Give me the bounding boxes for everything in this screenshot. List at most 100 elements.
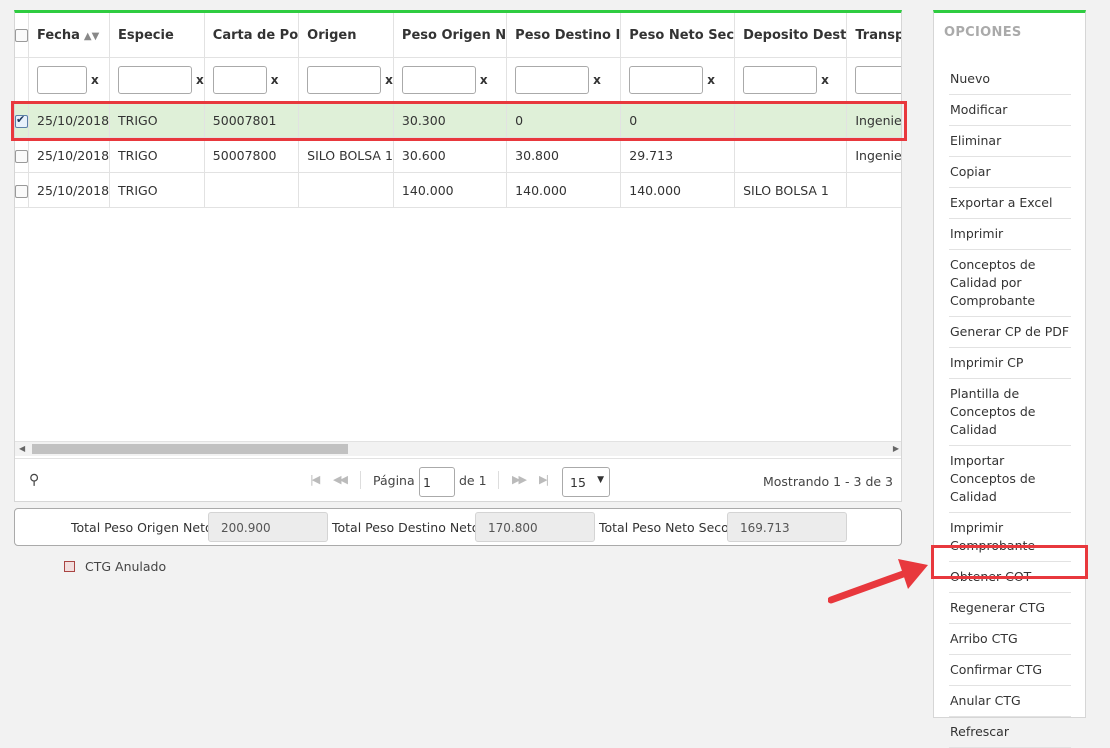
filter-especie: x xyxy=(109,57,205,103)
page-input[interactable]: 1 xyxy=(419,467,455,497)
col-header-transportista[interactable]: Transportista xyxy=(846,13,901,58)
filter-peso-origen: x xyxy=(393,57,508,103)
total-destino-label: Total Peso Destino Neto xyxy=(332,520,480,535)
cell-especie: TRIGO xyxy=(109,137,205,173)
option-exportar-excel[interactable]: Exportar a Excel xyxy=(949,188,1071,219)
clear-filter-button[interactable]: x xyxy=(271,73,279,87)
filter-transportista: x xyxy=(846,57,901,103)
search-icon[interactable]: ⚲ xyxy=(29,472,39,488)
col-header-peso-neto-seco[interactable]: Peso Neto Sec xyxy=(620,13,736,58)
option-nuevo[interactable]: Nuevo xyxy=(949,64,1071,95)
option-refrescar[interactable]: Refrescar xyxy=(949,717,1071,748)
sort-icon[interactable]: ▲▼ xyxy=(84,31,99,42)
cell-origen xyxy=(298,172,394,208)
col-header-especie[interactable]: Especie xyxy=(109,13,205,58)
selected-row-highlight xyxy=(11,101,907,141)
clear-filter-button[interactable]: x xyxy=(480,73,488,87)
legend-label: CTG Anulado xyxy=(85,559,167,574)
clear-filter-button[interactable]: x xyxy=(707,73,715,87)
clear-filter-button[interactable]: x xyxy=(196,73,203,87)
cell-especie: TRIGO xyxy=(109,172,205,208)
page-size-select[interactable]: 15 ▼ xyxy=(562,467,610,497)
cell-peso-destino: 30.800 xyxy=(506,137,622,173)
cell-peso-neto-seco: 140.000 xyxy=(620,172,736,208)
filter-input[interactable] xyxy=(37,66,87,94)
select-all-header[interactable] xyxy=(15,13,29,58)
filter-input[interactable] xyxy=(307,66,382,94)
option-imprimir[interactable]: Imprimir xyxy=(949,219,1071,250)
cell-fecha: 25/10/2018 xyxy=(28,137,111,173)
legend: CTG Anulado xyxy=(64,558,166,574)
filter-input[interactable] xyxy=(629,66,704,94)
option-eliminar[interactable]: Eliminar xyxy=(949,126,1071,157)
filter-peso-neto-seco: x xyxy=(620,57,736,103)
cell-peso-neto-seco: 29.713 xyxy=(620,137,736,173)
cell-peso-origen: 30.600 xyxy=(393,137,508,173)
row-checkbox[interactable] xyxy=(15,149,28,163)
cell-fecha: 25/10/2018 xyxy=(28,172,111,208)
results-grid: Fecha ▲▼ Especie Carta de Po Origen Peso … xyxy=(14,10,902,502)
page-label: Página xyxy=(373,473,415,488)
option-plantilla-conceptos[interactable]: Plantilla de Conceptos de Calidad xyxy=(949,379,1071,446)
filter-fecha: x xyxy=(28,57,111,103)
showing-count: Mostrando 1 - 3 de 3 xyxy=(762,474,893,489)
filter-row: x x x x x x x x x xyxy=(15,57,901,103)
option-modificar[interactable]: Modificar xyxy=(949,95,1071,126)
col-header-fecha[interactable]: Fecha ▲▼ xyxy=(28,13,111,58)
col-header-peso-origen[interactable]: Peso Origen N xyxy=(393,13,508,58)
pager: ⚲ |◀ ◀◀ Página 1 de 1 ▶▶ ▶| 15 ▼ Mostrand… xyxy=(15,458,901,501)
cell-peso-origen: 140.000 xyxy=(393,172,508,208)
clear-filter-button[interactable]: x xyxy=(91,73,99,87)
table-row[interactable]: 25/10/2018 TRIGO 140.000 140.000 140.000… xyxy=(15,172,901,208)
clear-filter-button[interactable]: x xyxy=(385,73,392,87)
cell-transportista: Ingeniería y C xyxy=(846,137,901,173)
option-regenerar-ctg[interactable]: Regenerar CTG xyxy=(949,593,1071,624)
option-copiar[interactable]: Copiar xyxy=(949,157,1071,188)
filter-input[interactable] xyxy=(515,66,590,94)
col-header-origen[interactable]: Origen xyxy=(298,13,394,58)
chevron-down-icon: ▼ xyxy=(597,475,604,485)
option-imprimir-cp[interactable]: Imprimir CP xyxy=(949,348,1071,379)
clear-filter-button[interactable]: x xyxy=(593,73,601,87)
annotation-arrow-icon xyxy=(828,559,928,604)
total-origen-value: 200.900 xyxy=(208,512,328,542)
horizontal-scrollbar[interactable]: ◀ ▶ xyxy=(15,441,901,456)
filter-input[interactable] xyxy=(401,66,476,94)
clear-filter-button[interactable]: x xyxy=(821,73,829,87)
table-row[interactable]: 25/10/2018 TRIGO 50007800 SILO BOLSA 1 3… xyxy=(15,137,901,173)
row-checkbox[interactable] xyxy=(15,184,28,198)
option-confirmar-ctg[interactable]: Confirmar CTG xyxy=(949,655,1071,686)
scroll-thumb[interactable] xyxy=(32,444,348,454)
cell-deposito: SILO BOLSA 1 xyxy=(734,172,848,208)
next-page-icon[interactable]: ▶▶ xyxy=(512,473,527,486)
cell-carta: 50007800 xyxy=(204,137,300,173)
filter-input[interactable] xyxy=(743,66,818,94)
filter-input[interactable] xyxy=(855,66,901,94)
scroll-left-icon[interactable]: ◀ xyxy=(19,442,25,456)
prev-page-icon[interactable]: ◀◀ xyxy=(333,473,348,486)
last-page-icon[interactable]: ▶| xyxy=(539,473,549,486)
option-anular-ctg[interactable]: Anular CTG xyxy=(949,686,1071,717)
option-generar-cp-pdf[interactable]: Generar CP de PDF xyxy=(949,317,1071,348)
cell-transportista xyxy=(846,172,901,208)
header-row: Fecha ▲▼ Especie Carta de Po Origen Peso … xyxy=(15,13,901,58)
filter-origen: x xyxy=(298,57,394,103)
first-page-icon[interactable]: |◀ xyxy=(310,473,320,486)
col-header-deposito[interactable]: Deposito Dest xyxy=(734,13,848,58)
cell-deposito xyxy=(734,137,848,173)
options-title: OPCIONES xyxy=(944,25,1022,40)
col-header-carta[interactable]: Carta de Po xyxy=(204,13,300,58)
col-header-peso-destino[interactable]: Peso Destino I xyxy=(506,13,622,58)
total-origen-label: Total Peso Origen Neto xyxy=(71,520,213,535)
select-all-checkbox[interactable] xyxy=(15,28,28,42)
filter-peso-destino: x xyxy=(506,57,622,103)
option-arribo-ctg[interactable]: Arribo CTG xyxy=(949,624,1071,655)
legend-swatch xyxy=(64,561,75,572)
filter-input[interactable] xyxy=(118,66,193,94)
scroll-right-icon[interactable]: ▶ xyxy=(893,442,899,456)
cell-peso-destino: 140.000 xyxy=(506,172,622,208)
filter-input[interactable] xyxy=(212,66,267,94)
option-importar-conceptos[interactable]: Importar Conceptos de Calidad xyxy=(949,446,1071,513)
total-seco-value: 169.713 xyxy=(727,512,847,542)
option-conceptos-calidad[interactable]: Conceptos de Calidad por Comprobante xyxy=(949,250,1071,317)
